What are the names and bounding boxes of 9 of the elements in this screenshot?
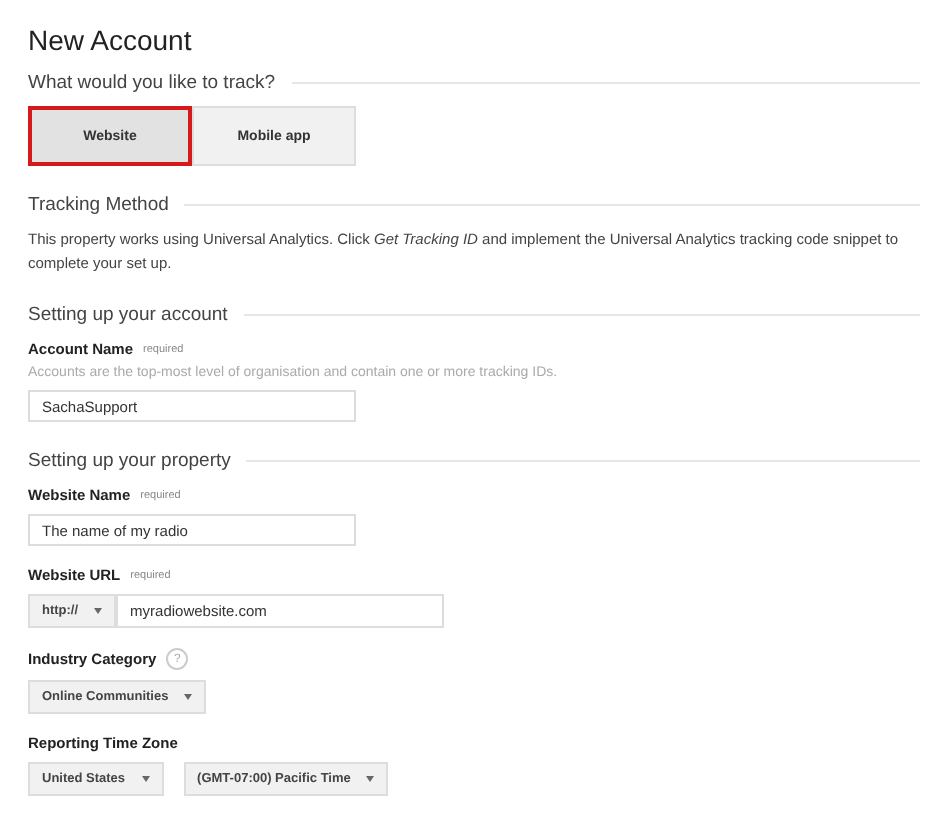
caret-icon: [184, 694, 193, 700]
section-heading: Setting up your account: [28, 304, 228, 326]
section-heading: What would you like to track?: [28, 72, 276, 94]
section-heading: Setting up your property: [28, 450, 231, 472]
caret-icon: [366, 776, 375, 782]
page-title: New Account: [28, 24, 194, 56]
section-heading: Tracking Method: [28, 194, 169, 216]
caret-icon: [141, 776, 150, 782]
caret-icon: [94, 608, 103, 614]
